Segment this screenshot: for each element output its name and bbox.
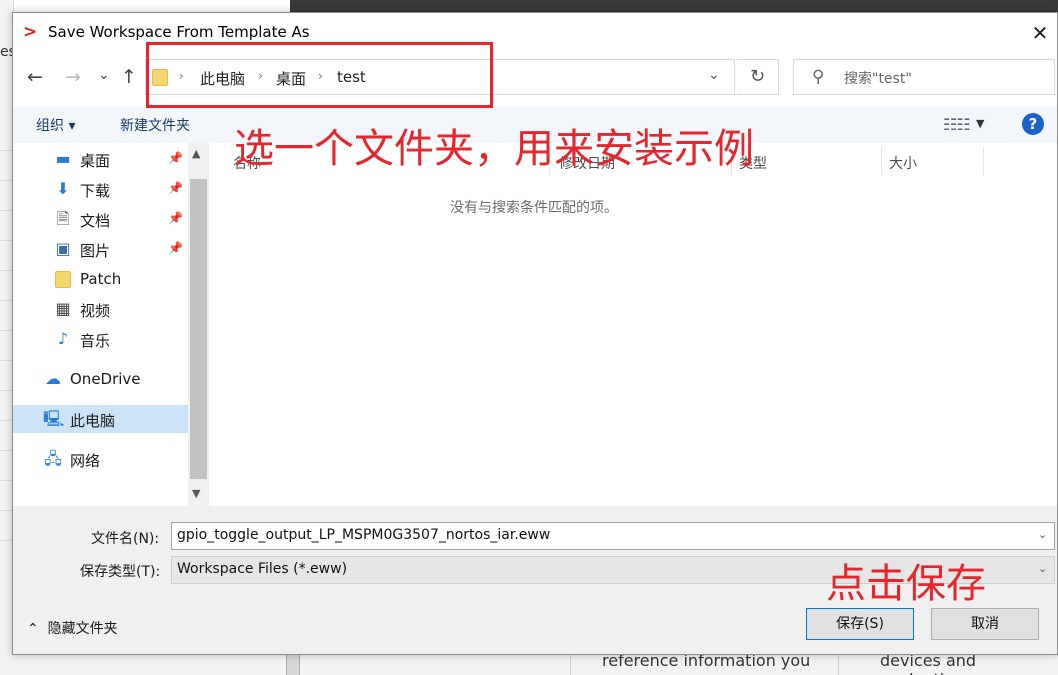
address-dropdown-icon[interactable]: ⌄ [708, 67, 720, 83]
scroll-up-icon[interactable]: ▲ [192, 147, 200, 160]
column-header-size[interactable]: 大小 [889, 153, 917, 173]
filetype-label: 保存类型(T): [80, 564, 161, 580]
sidebar-item-documents[interactable]: 🗎 文档 📌 [13, 205, 188, 233]
search-icon: ⚲ [812, 67, 825, 87]
help-icon[interactable]: ? [1022, 113, 1044, 135]
app-chevron-icon: > [23, 22, 38, 42]
sidebar-item-label: 下载 [80, 182, 111, 200]
save-button[interactable]: 保存(S) [806, 608, 914, 640]
pin-icon: 📌 [168, 181, 183, 195]
recent-locations-icon[interactable]: ⌄ [98, 64, 110, 86]
pin-icon: 📌 [168, 241, 183, 255]
sidebar-item-label: 图片 [80, 242, 111, 260]
sidebar-item-label: 网络 [70, 452, 101, 470]
view-options-icon[interactable]: ☷☷ [943, 115, 971, 134]
filename-value: gpio_toggle_output_LP_MSPM0G3507_nortos_… [177, 527, 551, 543]
sidebar-item-label: Patch [80, 270, 122, 288]
chevron-down-icon[interactable]: ⌄ [1038, 562, 1047, 575]
pin-icon: 📌 [168, 211, 183, 225]
sidebar-item-label: 视频 [80, 302, 111, 320]
hide-folders-label: 隐藏文件夹 [47, 621, 118, 637]
folder-icon [55, 271, 71, 288]
computer-icon: 🖳 [43, 409, 65, 428]
sidebar-item-label: 桌面 [80, 152, 111, 170]
scrollbar-thumb[interactable] [190, 179, 207, 479]
sidebar-item-desktop[interactable]: ▬ 桌面 📌 [13, 145, 188, 173]
search-box[interactable]: ⚲ 搜索"test" [793, 59, 1055, 95]
dialog-title: Save Workspace From Template As [48, 23, 310, 41]
navigation-pane: ▬ 桌面 📌 ⬇ 下载 📌 🗎 文档 📌 ▣ 图片 📌 Patch ▦ 视频 ♪… [13, 143, 188, 506]
annotation-highlight-box [146, 42, 493, 108]
hide-folders-toggle[interactable]: ⌃ 隐藏文件夹 [27, 618, 118, 638]
cancel-button[interactable]: 取消 [931, 608, 1039, 640]
pin-icon: 📌 [168, 151, 183, 165]
sidebar-item-patch[interactable]: Patch [13, 265, 188, 293]
music-icon: ♪ [57, 329, 69, 348]
sidebar-item-downloads[interactable]: ⬇ 下载 📌 [13, 175, 188, 203]
picture-icon: ▣ [55, 239, 71, 258]
organize-button[interactable]: 组织 ▾ [36, 115, 75, 135]
sidebar-item-label: 文档 [80, 212, 111, 230]
sidebar-item-music[interactable]: ♪ 音乐 [13, 325, 188, 353]
sidebar-item-pictures[interactable]: ▣ 图片 📌 [13, 235, 188, 263]
desktop-icon: ▬ [55, 149, 71, 168]
sidebar-item-network[interactable]: 🖧 网络 [13, 445, 188, 473]
sidebar-item-videos[interactable]: ▦ 视频 [13, 295, 188, 323]
search-placeholder: 搜索"test" [844, 71, 912, 87]
sidebar-item-label: 音乐 [80, 332, 111, 350]
sidebar-item-onedrive[interactable]: ☁ OneDrive [13, 365, 188, 393]
file-list[interactable]: 名称 修改日期 类型 大小 没有与搜索条件匹配的项。 [209, 143, 1057, 506]
refresh-icon[interactable]: ↻ [737, 59, 779, 95]
back-arrow-icon[interactable]: ← [27, 66, 43, 88]
view-dropdown-icon[interactable]: ▼ [976, 117, 984, 130]
forward-arrow-icon[interactable]: → [65, 66, 81, 88]
navigation-scrollbar[interactable]: ▲ ▼ [188, 143, 209, 506]
download-icon: ⬇ [56, 179, 70, 198]
sidebar-item-this-pc[interactable]: 🖳 此电脑 [13, 405, 188, 433]
empty-message: 没有与搜索条件匹配的项。 [450, 200, 618, 216]
chevron-down-icon[interactable]: ⌄ [1038, 528, 1047, 541]
background-bottom-area: reference information you devices and ev… [0, 651, 1058, 675]
sidebar-item-label: OneDrive [70, 370, 141, 388]
chevron-up-icon: ⌃ [27, 621, 39, 637]
cloud-icon: ☁ [45, 369, 61, 388]
network-icon: 🖧 [44, 449, 62, 468]
new-folder-button[interactable]: 新建文件夹 [120, 115, 190, 135]
filetype-value: Workspace Files (*.eww) [177, 561, 348, 577]
filename-label: 文件名(N): [91, 531, 160, 547]
sidebar-item-label: 此电脑 [70, 412, 116, 430]
up-arrow-icon[interactable]: ↑ [121, 66, 137, 88]
document-icon: 🗎 [56, 209, 70, 228]
background-top-bar [290, 0, 1058, 12]
annotation-select-folder: 选一个文件夹，用来安装示例 [234, 126, 754, 172]
filename-field[interactable]: gpio_toggle_output_LP_MSPM0G3507_nortos_… [171, 522, 1055, 550]
video-icon: ▦ [55, 299, 71, 318]
annotation-click-save: 点击保存 [826, 561, 986, 607]
close-icon[interactable]: ✕ [1023, 17, 1057, 49]
scroll-down-icon[interactable]: ▼ [192, 487, 200, 500]
